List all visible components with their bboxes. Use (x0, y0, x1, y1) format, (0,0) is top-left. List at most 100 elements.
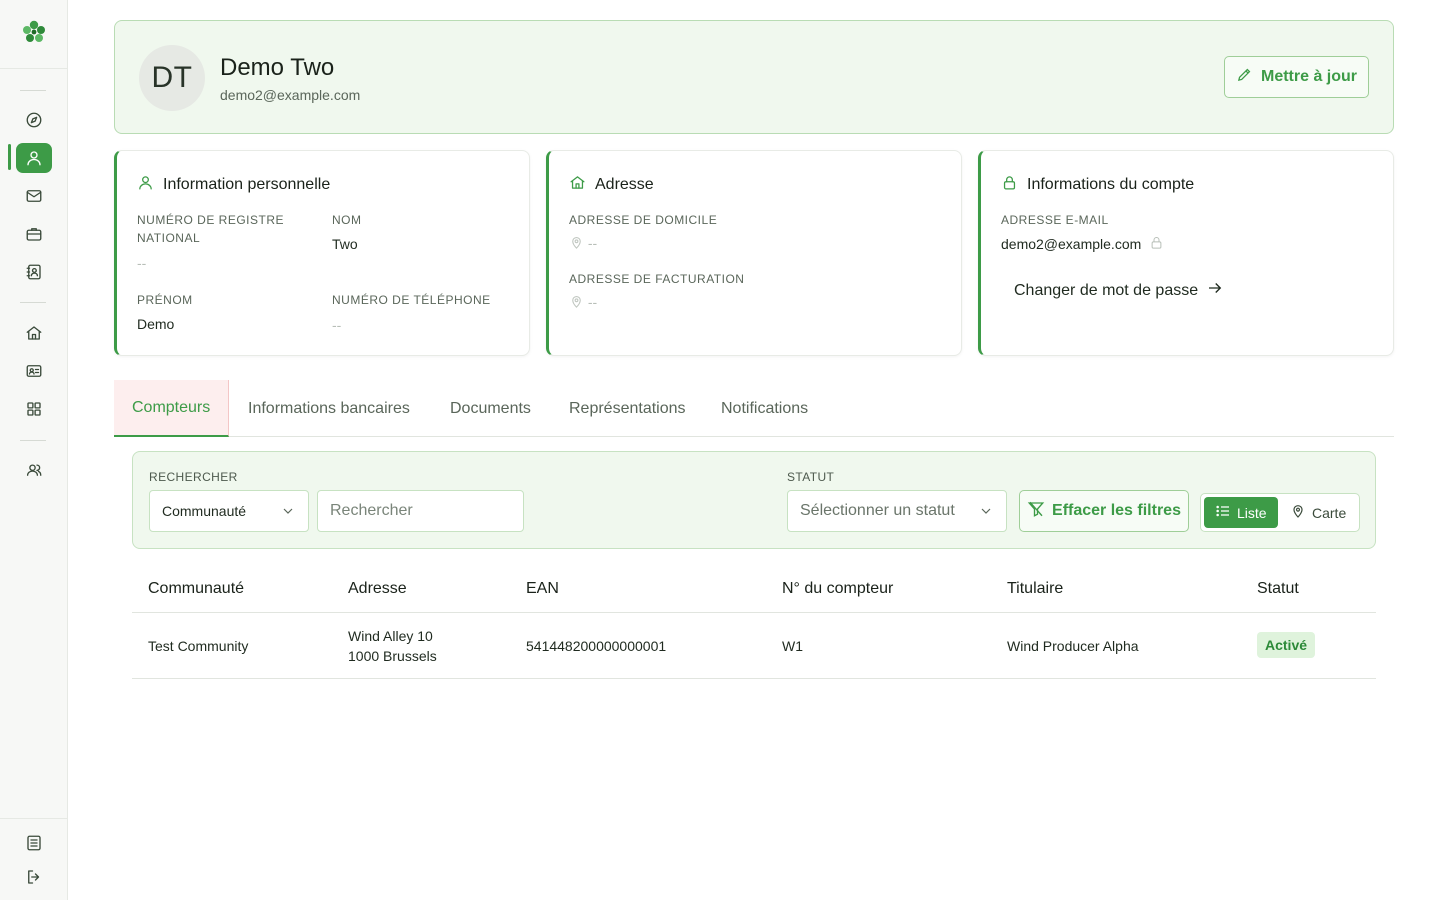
sidebar (0, 0, 68, 900)
filter-clear-icon (1027, 500, 1045, 523)
sidebar-divider (0, 818, 67, 819)
app-logo[interactable] (20, 18, 48, 46)
address-card: Adresse Adresse de domicile -- Adresse d… (546, 150, 962, 356)
search-field-value: Communauté (162, 503, 247, 519)
registry-label: Numéro de registre national (137, 213, 285, 245)
column-header-meter[interactable]: N° du compteur (782, 580, 893, 598)
status-badge: Activé (1257, 632, 1316, 658)
briefcase-icon[interactable] (16, 219, 52, 249)
lock-icon (1001, 174, 1018, 196)
cell-address-line1: Wind Alley 10 (348, 628, 433, 644)
personal-info-card: Information personnelle Numéro de regist… (114, 150, 530, 356)
card-title-text: Adresse (595, 176, 654, 193)
lock-icon (1149, 235, 1164, 253)
sidebar-separator (20, 302, 46, 303)
users-group-icon[interactable] (16, 455, 52, 485)
account-title: Informations du compte (1001, 174, 1194, 196)
column-header-status[interactable]: Statut (1257, 580, 1299, 598)
card-title-text: Information personnelle (163, 176, 331, 193)
profile-header: DT Demo Two demo2@example.com Mettre à j… (114, 20, 1394, 134)
column-header-address[interactable]: Adresse (348, 580, 407, 598)
column-header-community[interactable]: Communauté (148, 580, 244, 598)
id-card-icon[interactable] (16, 356, 52, 386)
phone-label: Numéro de téléphone (332, 293, 491, 307)
home-icon[interactable] (16, 318, 52, 348)
contact-book-icon[interactable] (16, 257, 52, 287)
tab-informations-bancaires[interactable]: Informations bancaires (248, 380, 410, 437)
column-header-holder[interactable]: Titulaire (1007, 580, 1063, 598)
cell-holder: Wind Producer Alpha (1007, 638, 1139, 654)
user-icon (137, 174, 154, 196)
update-profile-label: Mettre à jour (1260, 68, 1357, 85)
user-email: demo2@example.com (220, 87, 361, 103)
cell-address-line2: 1000 Brussels (348, 648, 437, 664)
phone-value: -- (332, 317, 342, 333)
user-name: Demo Two (220, 54, 335, 81)
chevron-down-icon (978, 503, 994, 524)
personal-info-title: Information personnelle (137, 174, 330, 196)
search-field-select[interactable]: Communauté (149, 490, 309, 532)
map-view-button[interactable]: Carte (1279, 497, 1357, 528)
table-row[interactable]: Test Community Wind Alley 10 1000 Brusse… (132, 613, 1376, 679)
cell-meter: W1 (782, 638, 803, 654)
card-title-text: Informations du compte (1027, 176, 1195, 193)
map-pin-icon (1290, 503, 1306, 522)
firstname-value: Demo (137, 316, 175, 332)
change-password-link[interactable]: Changer de mot de passe (1014, 279, 1224, 302)
status-select[interactable]: Sélectionner un statut (787, 490, 1007, 532)
list-view-label: Liste (1237, 504, 1267, 521)
billing-address-text: -- (587, 294, 598, 310)
home-icon (569, 174, 586, 196)
home-address-value: -- (569, 235, 597, 253)
tab-documents[interactable]: Documents (450, 380, 531, 437)
chevron-down-icon (280, 503, 296, 522)
status-label: STATUT (787, 470, 835, 484)
avatar: DT (139, 45, 205, 111)
tab-bar: Compteurs Informations bancaires Documen… (114, 380, 1394, 437)
cell-ean: 541448200000000001 (526, 638, 667, 654)
user-profile-icon[interactable] (16, 143, 52, 173)
email-label: Adresse e-mail (1001, 213, 1109, 227)
firstname-label: Prénom (137, 293, 193, 307)
clear-filters-label: Effacer les filtres (1052, 502, 1181, 519)
filter-panel: RECHERCHER Communauté STATUT Sélectionne… (132, 451, 1376, 549)
address-title: Adresse (569, 174, 654, 196)
meters-table: Communauté Adresse EAN N° du compteur Ti… (132, 566, 1376, 679)
map-view-label: Carte (1312, 504, 1347, 521)
view-toggle: Liste Carte (1200, 493, 1360, 532)
tab-notifications[interactable]: Notifications (721, 380, 808, 437)
list-icon (1215, 503, 1231, 522)
table-header-row: Communauté Adresse EAN N° du compteur Ti… (132, 566, 1376, 613)
sidebar-separator (20, 90, 46, 91)
change-password-label: Changer de mot de passe (1014, 281, 1199, 299)
map-pin-icon (569, 294, 584, 312)
registry-value: -- (137, 255, 147, 271)
pencil-icon (1236, 66, 1253, 88)
cell-community: Test Community (148, 638, 249, 654)
search-label: RECHERCHER (149, 470, 238, 484)
document-list-icon[interactable] (16, 828, 52, 858)
tab-representations[interactable]: Représentations (569, 380, 686, 437)
sidebar-active-indicator (8, 144, 11, 170)
billing-address-value: -- (569, 294, 597, 312)
cell-address: Wind Alley 10 1000 Brussels (348, 626, 437, 666)
list-view-button[interactable]: Liste (1204, 497, 1278, 528)
account-card: Informations du compte Adresse e-mail de… (978, 150, 1394, 356)
lastname-label: Nom (332, 213, 362, 227)
arrow-right-icon (1206, 279, 1224, 302)
column-header-ean[interactable]: EAN (526, 580, 559, 598)
tab-compteurs[interactable]: Compteurs (114, 380, 230, 437)
lastname-value: Two (332, 236, 358, 252)
search-input[interactable] (317, 490, 524, 532)
email-text: demo2@example.com (1001, 236, 1142, 252)
mail-icon[interactable] (16, 181, 52, 211)
home-address-label: Adresse de domicile (569, 213, 718, 227)
logout-icon[interactable] (16, 862, 52, 892)
compass-icon[interactable] (16, 105, 52, 135)
update-profile-button[interactable]: Mettre à jour (1224, 56, 1369, 98)
status-select-placeholder: Sélectionner un statut (800, 502, 955, 519)
grid-apps-icon[interactable] (16, 394, 52, 424)
sidebar-divider (0, 68, 67, 69)
clear-filters-button[interactable]: Effacer les filtres (1019, 490, 1189, 532)
map-pin-icon (569, 235, 584, 253)
